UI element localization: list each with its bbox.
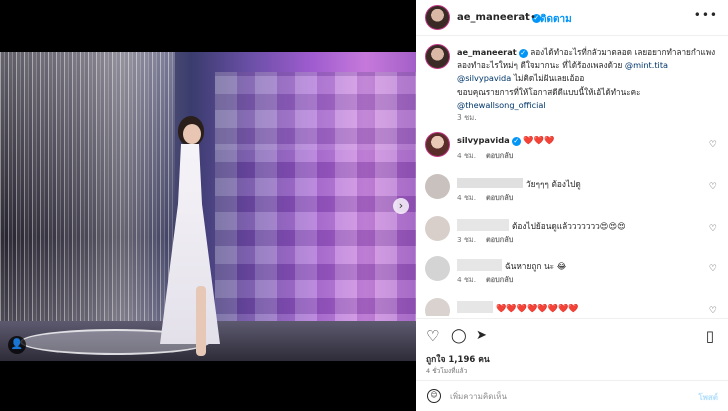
singer-figure [150,116,230,356]
comment-input[interactable] [450,387,670,405]
mention-link[interactable]: @thewallsong_official [457,100,546,110]
comment-item: ต้องไปย้อนดูแล้ววววววว😍😍😍 3 ชม. ตอบกลับ ♡ [425,216,725,246]
comment-body: ต้องไปย้อนดูแล้ววววววว😍😍😍 [457,219,626,233]
comment-text: ฉันหายถูก นะ 😂 [505,261,567,271]
reply-button[interactable]: ตอบกลับ [486,193,513,202]
more-options-icon[interactable]: ••• [694,8,718,22]
like-comment-icon[interactable]: ♡ [709,224,717,234]
comment-meta: 4 ชม. ตอบกลับ [457,193,523,204]
comment-text: ❤️❤️❤️ [523,135,555,145]
media-pane: › 👤 [0,0,416,411]
commenter-avatar[interactable] [425,256,450,281]
instagram-post-modal: › 👤 ae_maneerat ✓ • ติดตาม ••• ae_maneera… [0,0,728,411]
reply-button[interactable]: ตอบกลับ [486,151,513,160]
singer-leg [196,286,206,356]
comment-body: silvypavida ✓ ❤️❤️❤️ [457,135,554,146]
comment-time[interactable]: 4 ชม. [457,151,476,160]
comment-time[interactable]: 3 ชม. [457,235,476,244]
comment-time[interactable]: 4 ชม. [457,193,476,202]
post-comment-button[interactable]: โพสต์ [698,391,718,404]
caption-text: ae_maneerat ✓ ลองได้ทำอะไรที่กลัวมาตลอด เ… [457,46,719,112]
like-comment-icon[interactable]: ♡ [709,264,717,274]
comment-item: วัยๆๆๆ ต้องไปดู 4 ชม. ตอบกลับ ♡ [425,174,725,204]
comment-body: ฉันหายถูก นะ 😂 [457,259,566,273]
posted-time[interactable]: 4 ชั่วโมงที่แล้ว [426,366,467,376]
owner-username-text[interactable]: ae_maneerat [457,12,530,23]
owner-username[interactable]: ae_maneerat ✓ [457,12,541,23]
curtain-shine [0,52,175,361]
comment-meta: 4 ชม. ตอบกลับ [457,151,523,162]
caption-username[interactable]: ae_maneerat [457,47,517,57]
like-comment-icon[interactable]: ♡ [709,306,717,316]
caption-text-2: ไม่คิดไม่ฝันเลยเอ้ออ [511,73,585,84]
comment-item: ฉันหายถูก นะ 😂 4 ชม. ตอบกลับ ♡ [425,256,725,286]
commenter-username[interactable]: silvypavida [457,135,510,145]
caption-avatar[interactable] [425,44,450,69]
comment-meta: 3 ชม. ตอบกลับ [457,235,523,246]
blurred-username[interactable] [457,259,502,271]
commenter-avatar[interactable] [425,216,450,241]
comment-body: ❤️❤️❤️❤️❤️❤️❤️❤️ [457,301,579,314]
singer-face [183,124,201,144]
follow-button[interactable]: ติดตาม [540,12,572,27]
comment-text: ❤️❤️❤️❤️❤️❤️❤️❤️ [496,303,579,313]
post-photo[interactable] [0,52,416,361]
like-comment-icon[interactable]: ♡ [709,182,717,192]
emoji-icon[interactable]: ☺ [427,389,441,403]
comment-icon[interactable]: ◯ [451,327,467,345]
blurred-username[interactable] [457,219,509,231]
singer-dress [160,144,220,344]
reply-button[interactable]: ตอบกลับ [486,275,513,284]
commenter-avatar[interactable] [425,174,450,199]
save-icon[interactable]: ▯ [706,327,714,345]
like-comment-icon[interactable]: ♡ [709,140,717,150]
add-comment-bar: ☺ โพสต์ [416,380,728,411]
comment-text: วัยๆๆๆ ต้องไปดู [526,179,581,189]
reply-button[interactable]: ตอบกลับ [486,235,513,244]
mention-link[interactable]: @mint.tita [625,60,668,70]
post-actions-bar: ♡ ◯ ➤ ▯ [416,318,728,354]
share-icon[interactable]: ➤ [476,327,487,345]
next-photo-button[interactable]: › [393,198,409,214]
caption-text-3: ขอบคุณรายการที่ให้โอกาสดีดีแบบนี้ให้เอ้ไ… [457,86,641,97]
mention-link[interactable]: @silvypavida [457,73,511,83]
commenter-avatar[interactable] [425,298,450,316]
comment-body: วัยๆๆๆ ต้องไปดู [457,177,581,191]
like-icon[interactable]: ♡ [426,327,439,345]
blurred-username[interactable] [457,301,493,313]
blurred-username[interactable] [457,178,523,188]
stage-backdrop [215,72,416,332]
user-tag-icon[interactable]: 👤 [8,336,26,354]
comment-time[interactable]: 4 ชม. [457,275,476,284]
comment-text: ต้องไปย้อนดูแล้ววววววว😍😍😍 [512,221,626,231]
verified-icon: ✓ [511,137,521,146]
likes-count[interactable]: ถูกใจ 1,196 คน [426,352,490,366]
verified-icon: ✓ [518,49,528,58]
commenter-avatar[interactable] [425,132,450,157]
owner-avatar[interactable] [425,5,450,30]
comment-item: ❤️❤️❤️❤️❤️❤️❤️❤️ ♡ [425,298,725,316]
post-side-panel: ae_maneerat ✓ • ติดตาม ••• ae_maneerat ✓ ล… [416,0,728,411]
separator-dot: • [530,12,536,23]
comment-item: silvypavida ✓ ❤️❤️❤️ 4 ชม. ตอบกลับ ♡ [425,132,725,162]
caption-timestamp[interactable]: 3 ชม. [457,112,477,124]
post-header: ae_maneerat ✓ • ติดตาม ••• [416,0,728,36]
comment-meta: 4 ชม. ตอบกลับ [457,275,523,286]
